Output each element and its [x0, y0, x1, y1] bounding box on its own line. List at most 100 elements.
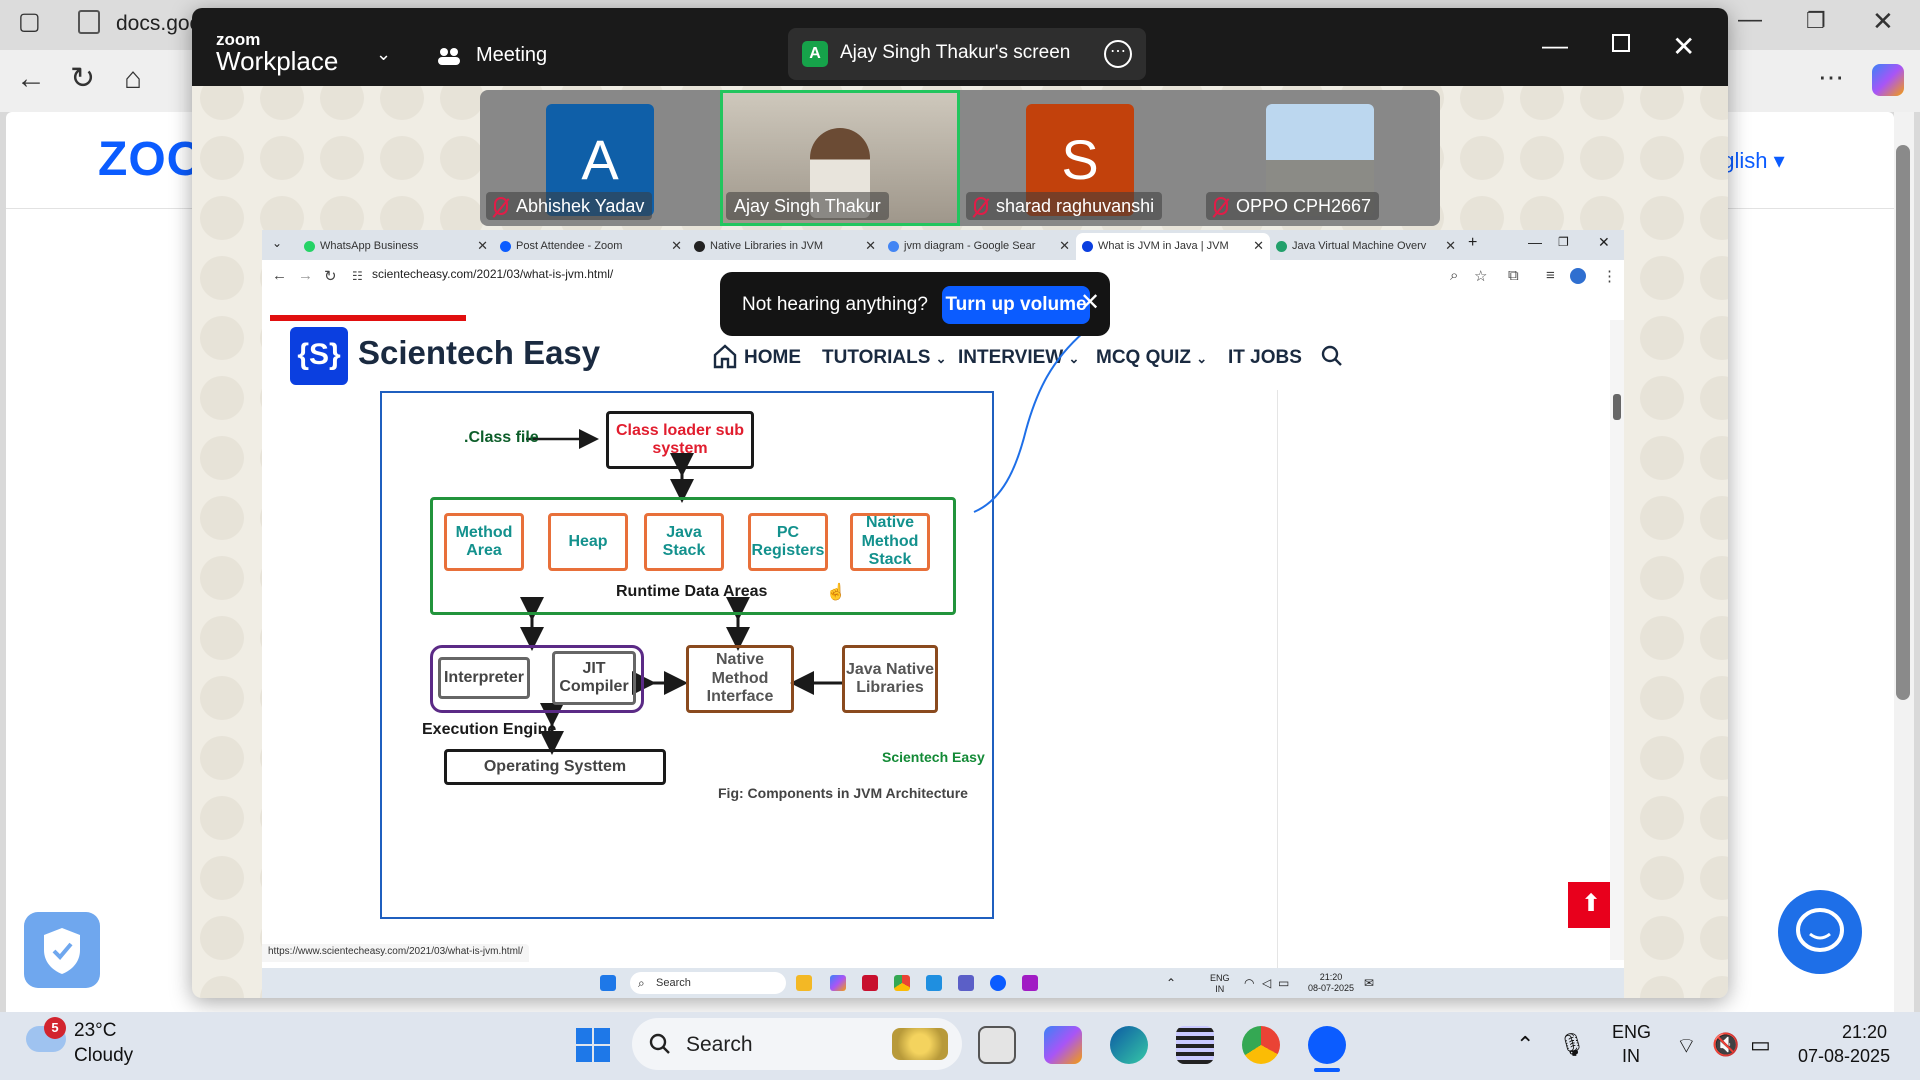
shared-tab[interactable]: jvm diagram - Google Sear ✕	[882, 233, 1076, 260]
chrome-icon[interactable]	[1242, 1026, 1280, 1064]
clock-time[interactable]: 21:20	[1842, 1022, 1887, 1043]
shared-forward-icon[interactable]: →	[298, 267, 313, 284]
outer-close-icon[interactable]: ✕	[1872, 8, 1894, 34]
new-tab-icon[interactable]: +	[1468, 234, 1477, 252]
turn-up-volume-button[interactable]: Turn up volume	[942, 286, 1090, 324]
toast-message: Not hearing anything?	[742, 294, 928, 315]
weather-alert-badge: 5	[44, 1017, 66, 1039]
chrome-menu-icon[interactable]: ⋮	[1602, 267, 1617, 285]
close-tab-icon[interactable]: ✕	[1059, 238, 1070, 254]
copilot-icon[interactable]	[1044, 1026, 1082, 1064]
close-tab-icon[interactable]: ✕	[671, 238, 682, 254]
shared-restore-icon[interactable]: ❐	[1558, 235, 1569, 249]
site-logo[interactable]: {S}	[290, 327, 348, 385]
tray-chevron-icon[interactable]: ⌃	[1166, 976, 1176, 990]
participant-tile-active-speaker[interactable]: Ajay Singh Thakur	[720, 90, 960, 226]
zoom-app-icon[interactable]	[1308, 1026, 1346, 1064]
chrome-icon[interactable]	[894, 975, 910, 991]
weather-temperature[interactable]: 23°C	[74, 1020, 116, 1042]
windows-start-icon[interactable]	[575, 1027, 611, 1063]
shared-reload-icon[interactable]: ↻	[324, 267, 337, 285]
participant-tile[interactable]: S sharad raghuvanshi	[960, 90, 1200, 226]
close-tab-icon[interactable]: ✕	[865, 238, 876, 254]
shield-icon[interactable]	[24, 912, 100, 988]
site-info-icon[interactable]: ☷	[352, 269, 363, 283]
nav-home[interactable]: HOME	[744, 347, 801, 369]
participant-name: OPPO CPH2667	[1206, 192, 1380, 220]
zoom-site-logo[interactable]: ZOO	[98, 132, 205, 187]
wifi-icon[interactable]: ◠	[1244, 976, 1254, 990]
file-explorer-icon[interactable]	[796, 975, 812, 991]
close-tab-icon[interactable]: ✕	[477, 238, 488, 254]
chat-support-icon[interactable]	[1778, 890, 1862, 974]
profile-avatar[interactable]	[1570, 268, 1586, 284]
shared-minimize-icon[interactable]: —	[1528, 234, 1542, 250]
outer-restore-icon[interactable]: ❐	[1806, 10, 1826, 32]
sidebar-toggle-icon[interactable]: ▢	[18, 10, 41, 34]
notification-icon[interactable]: ✉	[1364, 976, 1374, 990]
meeting-tab[interactable]: Meeting	[476, 44, 547, 67]
copilot-icon[interactable]	[830, 975, 846, 991]
zoom-page-icon[interactable]: ⌕	[1450, 267, 1458, 284]
close-tab-icon[interactable]: ✕	[1445, 238, 1456, 254]
nav-it-jobs[interactable]: IT JOBS	[1228, 347, 1302, 369]
back-icon[interactable]: ←	[16, 64, 46, 94]
chevron-down-icon[interactable]: ⌄	[376, 44, 391, 65]
shared-tab[interactable]: Post Attendee - Zoom ✕	[494, 233, 688, 260]
extensions-icon[interactable]: ⧉	[1508, 267, 1519, 284]
edge-icon[interactable]	[1110, 1026, 1148, 1064]
screen-share-indicator[interactable]: A Ajay Singh Thakur's screen ⋯	[788, 28, 1146, 80]
microphone-icon[interactable]: 🎙	[1558, 1032, 1586, 1058]
media-control-icon[interactable]: ≡	[1546, 267, 1555, 284]
toast-close-icon[interactable]: ✕	[1080, 288, 1100, 317]
zoom-minimize-icon[interactable]: —	[1542, 30, 1568, 61]
reload-icon[interactable]: ↻	[70, 64, 95, 94]
task-view-icon[interactable]	[978, 1026, 1016, 1064]
shared-search-box[interactable]: Search	[630, 972, 786, 994]
shared-back-icon[interactable]: ←	[272, 267, 287, 284]
more-options-icon[interactable]: ⋯	[1104, 40, 1132, 68]
weather-condition[interactable]: Cloudy	[74, 1045, 133, 1067]
mcafee-icon[interactable]	[862, 975, 878, 991]
outer-minimize-icon[interactable]: —	[1738, 8, 1762, 32]
shared-tab[interactable]: WhatsApp Business ✕	[298, 233, 494, 260]
onenote-icon[interactable]	[1022, 975, 1038, 991]
vscode-icon[interactable]	[926, 975, 942, 991]
home-icon[interactable]	[712, 343, 738, 369]
copilot-icon[interactable]	[1872, 64, 1904, 96]
close-tab-icon[interactable]: ✕	[1253, 238, 1264, 254]
battery-icon[interactable]: ▭	[1750, 1032, 1771, 1058]
shared-close-icon[interactable]: ✕	[1598, 234, 1610, 251]
outer-scrollbar-thumb[interactable]	[1896, 145, 1910, 700]
nav-mcq-quiz[interactable]: MCQ QUIZ ⌄	[1096, 347, 1207, 369]
address-bar[interactable]: scientecheasy.com/2021/03/what-is-jvm.ht…	[372, 267, 613, 281]
search-icon[interactable]	[1320, 344, 1344, 368]
teams-icon[interactable]	[958, 975, 974, 991]
clock-date[interactable]: 07-08-2025	[1798, 1046, 1890, 1067]
site-name[interactable]: Scientech Easy	[358, 334, 600, 372]
zoom-maximize-icon[interactable]	[1612, 34, 1630, 52]
participant-tile[interactable]: OPPO CPH2667	[1200, 90, 1440, 226]
shared-tab[interactable]: Java Virtual Machine Overv ✕	[1270, 233, 1462, 260]
tray-chevron-icon[interactable]: ⌃	[1516, 1032, 1534, 1058]
site-scrollbar-thumb[interactable]	[1613, 394, 1621, 420]
tab-search-icon[interactable]: ⌄	[272, 236, 282, 250]
wifi-icon[interactable]: ⌔	[1676, 1032, 1697, 1060]
scroll-to-top-button[interactable]: ⬆	[1568, 882, 1614, 928]
participant-tile[interactable]: A Abhishek Yadav	[480, 90, 720, 226]
battery-icon[interactable]: ▭	[1278, 976, 1289, 990]
windows-start-icon[interactable]	[600, 975, 616, 991]
volume-muted-icon[interactable]: 🔇	[1712, 1032, 1739, 1058]
language-indicator-top[interactable]: ENG	[1612, 1022, 1651, 1043]
home-icon[interactable]: ⌂	[124, 64, 142, 94]
terminal-icon[interactable]	[1176, 1026, 1214, 1064]
shared-tab[interactable]: Native Libraries in JVM ✕	[688, 233, 882, 260]
taskbar-search[interactable]: Search	[632, 1018, 962, 1070]
shared-tab-active[interactable]: What is JVM in Java | JVM ✕	[1076, 233, 1270, 260]
volume-icon[interactable]: ◁	[1262, 976, 1271, 990]
bookmark-star-icon[interactable]: ☆	[1474, 267, 1487, 285]
zoom-icon[interactable]	[990, 975, 1006, 991]
zoom-close-icon[interactable]: ✕	[1672, 30, 1695, 63]
language-indicator-bottom[interactable]: IN	[1622, 1046, 1640, 1067]
more-menu-icon[interactable]: ⋯	[1818, 64, 1844, 90]
